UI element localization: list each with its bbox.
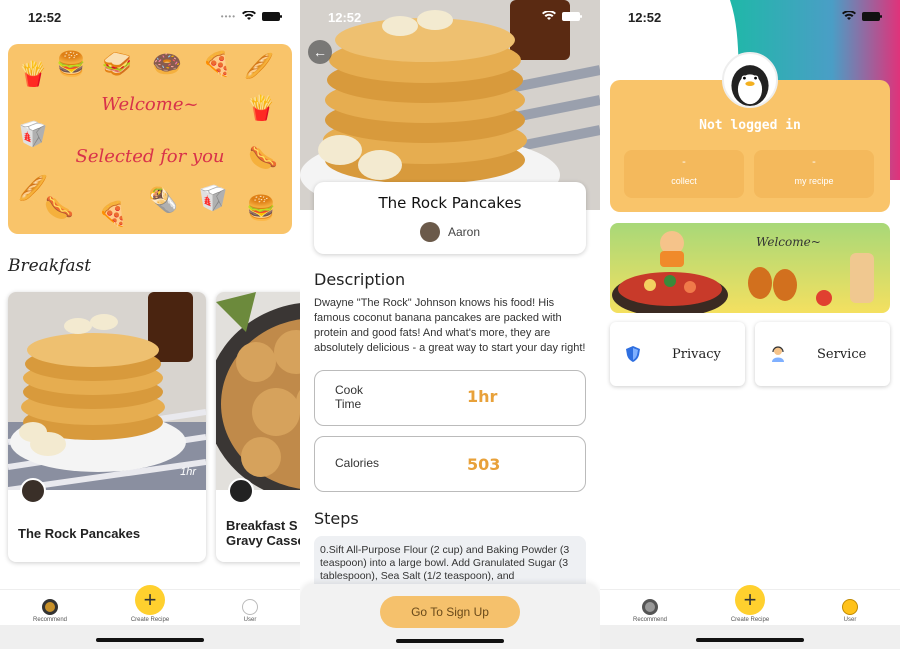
recommend-icon [642, 599, 658, 615]
status-bar: 12:52 [600, 0, 900, 34]
recipe-title: Breakfast S Gravy Casse [226, 518, 300, 548]
recipe-card[interactable]: Breakfast S Gravy Casse [216, 292, 300, 562]
recipe-author[interactable]: Aaron [314, 222, 586, 242]
penguin-avatar-icon [731, 65, 769, 106]
welcome-banner[interactable]: 🍟 🍔 🥪 🍩 🍕 🥖 🍟 🥡 🌭 🥖 🌭 🍕 🌯 🥡 🍔 Welcome~ S… [8, 44, 292, 234]
status-time: 12:52 [628, 10, 662, 25]
tab-bar: Recommend + Create Recipe User [0, 585, 300, 625]
author-name: Aaron [447, 225, 481, 239]
pizza-icon: 🍕 [98, 201, 128, 228]
recommend-icon [42, 599, 58, 615]
plus-icon: + [135, 585, 165, 615]
battery-icon [262, 11, 282, 21]
fries-icon: 🍟 [18, 61, 48, 88]
go-to-sign-up-button[interactable]: Go To Sign Up [380, 596, 520, 628]
service-button[interactable]: Service [755, 322, 890, 386]
burger-icon: 🍔 [246, 195, 276, 222]
welcome-banner[interactable]: Welcome~ [610, 223, 890, 313]
hotdog-icon: 🌭 [44, 195, 74, 222]
status-time: 12:52 [28, 10, 62, 25]
recipe-detail-screen: 12:52 ← The Rock Pancakes Aaron Descript… [300, 0, 600, 649]
home-screen: 12:52 •••• 🍟 🍔 🥪 🍩 🍕 🥖 🍟 🥡 🌭 🥖 🌭 🍕 🌯 🥡 🍔 [0, 0, 300, 649]
author-avatar[interactable] [20, 478, 46, 504]
collect-stat[interactable]: - collect [624, 150, 744, 198]
banner-welcome-text: Welcome~ [101, 94, 199, 115]
support-agent-icon [772, 346, 784, 362]
description-heading: Description [314, 270, 406, 289]
tab-bar: Recommend + Create Recipe User [600, 585, 900, 625]
casserole-image [216, 292, 300, 490]
banner-subtitle-text: Selected for you [75, 146, 225, 167]
cook-time-value: 1hr [467, 387, 498, 406]
home-indicator [96, 638, 204, 642]
battery-icon [562, 11, 582, 21]
home-indicator [396, 639, 504, 643]
donut-icon: 🍩 [152, 51, 182, 78]
tab-create-recipe[interactable]: + Create Recipe [705, 585, 795, 625]
tab-user[interactable]: User [205, 599, 295, 625]
avatar[interactable] [722, 52, 778, 108]
pizza-icon: 🍕 [202, 51, 232, 78]
service-label: Service [817, 346, 867, 362]
wifi-icon [842, 11, 856, 20]
sandwich-icon: 🥪 [102, 51, 132, 78]
burger-icon: 🍔 [56, 51, 86, 78]
user-screen: 12:52 Not logged in - collect - my recip… [600, 0, 900, 649]
login-status[interactable]: Not logged in [610, 118, 890, 133]
privacy-label: Privacy [672, 346, 721, 362]
cook-time-box: Cook Time 1hr [314, 370, 586, 426]
description-text: Dwayne "The Rock" Johnson knows his food… [314, 297, 586, 354]
tab-user[interactable]: User [805, 599, 895, 625]
my-recipe-stat[interactable]: - my recipe [754, 150, 874, 198]
section-title: Breakfast [8, 256, 92, 276]
takeout-icon: 🥡 [198, 185, 228, 212]
privacy-button[interactable]: Privacy [610, 322, 745, 386]
smiley-icon [842, 599, 858, 615]
bread-icon: 🥖 [244, 53, 274, 80]
burrito-icon: 🌯 [148, 187, 178, 214]
cook-time-label: Cook [335, 383, 364, 397]
back-button[interactable]: ← [308, 40, 332, 64]
hotpot-illustration [610, 223, 890, 313]
signal-icon: •••• [220, 11, 236, 21]
recipe-title: The Rock Pancakes [18, 526, 141, 541]
cook-time-overlay: 1hr [180, 466, 196, 478]
author-avatar[interactable] [228, 478, 254, 504]
app-screens: 12:52 •••• 🍟 🍔 🥪 🍩 🍕 🥖 🍟 🥡 🌭 🥖 🌭 🍕 🌯 🥡 🍔 [0, 0, 900, 649]
recipe-title-card: The Rock Pancakes Aaron [314, 182, 586, 254]
calories-label: Calories [335, 456, 380, 470]
shield-icon [626, 346, 640, 362]
smiley-icon [242, 599, 258, 615]
status-bar: 12:52 [300, 0, 600, 34]
plus-icon: + [735, 585, 765, 615]
pancake-image [8, 292, 206, 490]
recipe-card[interactable]: 1hr The Rock Pancakes [8, 292, 206, 562]
author-avatar [419, 222, 440, 242]
tab-create-recipe[interactable]: + Create Recipe [105, 585, 195, 625]
tab-recommend[interactable]: Recommend [5, 599, 95, 625]
steps-heading: Steps [314, 509, 359, 528]
status-bar: 12:52 •••• [0, 0, 300, 34]
calories-value: 503 [467, 455, 501, 474]
battery-icon [862, 11, 882, 21]
home-indicator [696, 638, 804, 642]
tab-recommend[interactable]: Recommend [605, 599, 695, 625]
status-time: 12:52 [328, 10, 362, 25]
takeout-icon: 🥡 [18, 121, 48, 148]
back-arrow-icon: ← [313, 44, 327, 60]
calories-box: Calories 503 [314, 436, 586, 492]
wifi-icon [542, 11, 556, 20]
wifi-icon [242, 11, 256, 20]
signup-panel: Go To Sign Up [300, 584, 600, 649]
recipe-title: The Rock Pancakes [378, 194, 522, 212]
banner-welcome-text: Welcome~ [756, 235, 821, 249]
